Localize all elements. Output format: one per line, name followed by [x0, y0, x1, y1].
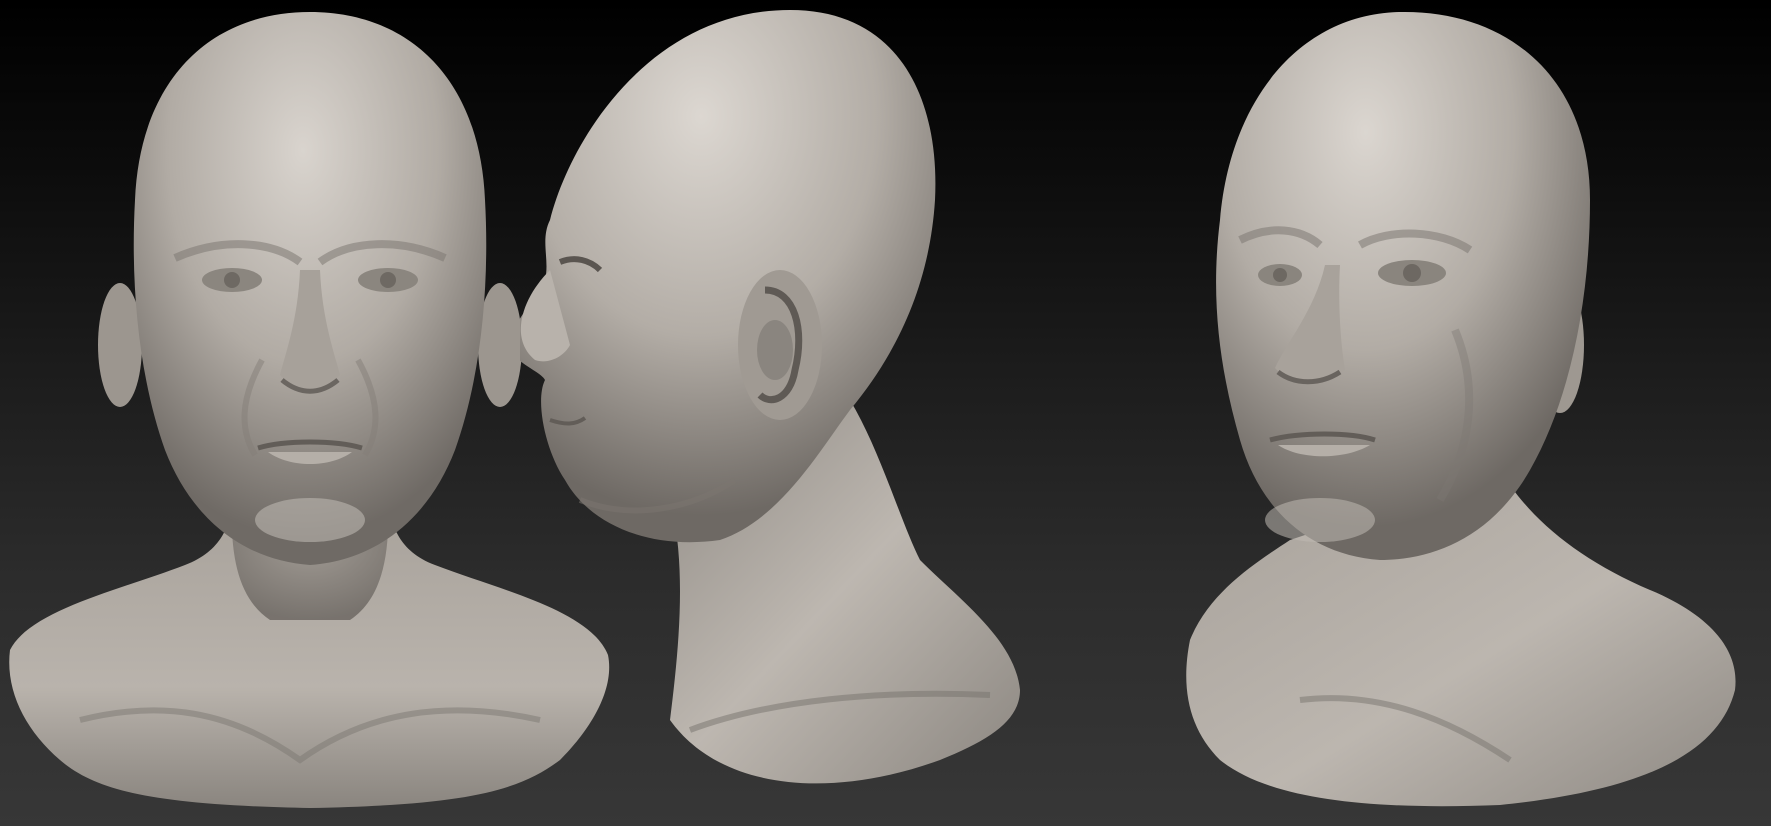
sculpt-viewport — [0, 0, 1771, 826]
head-render-side — [520, 0, 1160, 826]
head-render-three-quarter — [1150, 0, 1771, 826]
